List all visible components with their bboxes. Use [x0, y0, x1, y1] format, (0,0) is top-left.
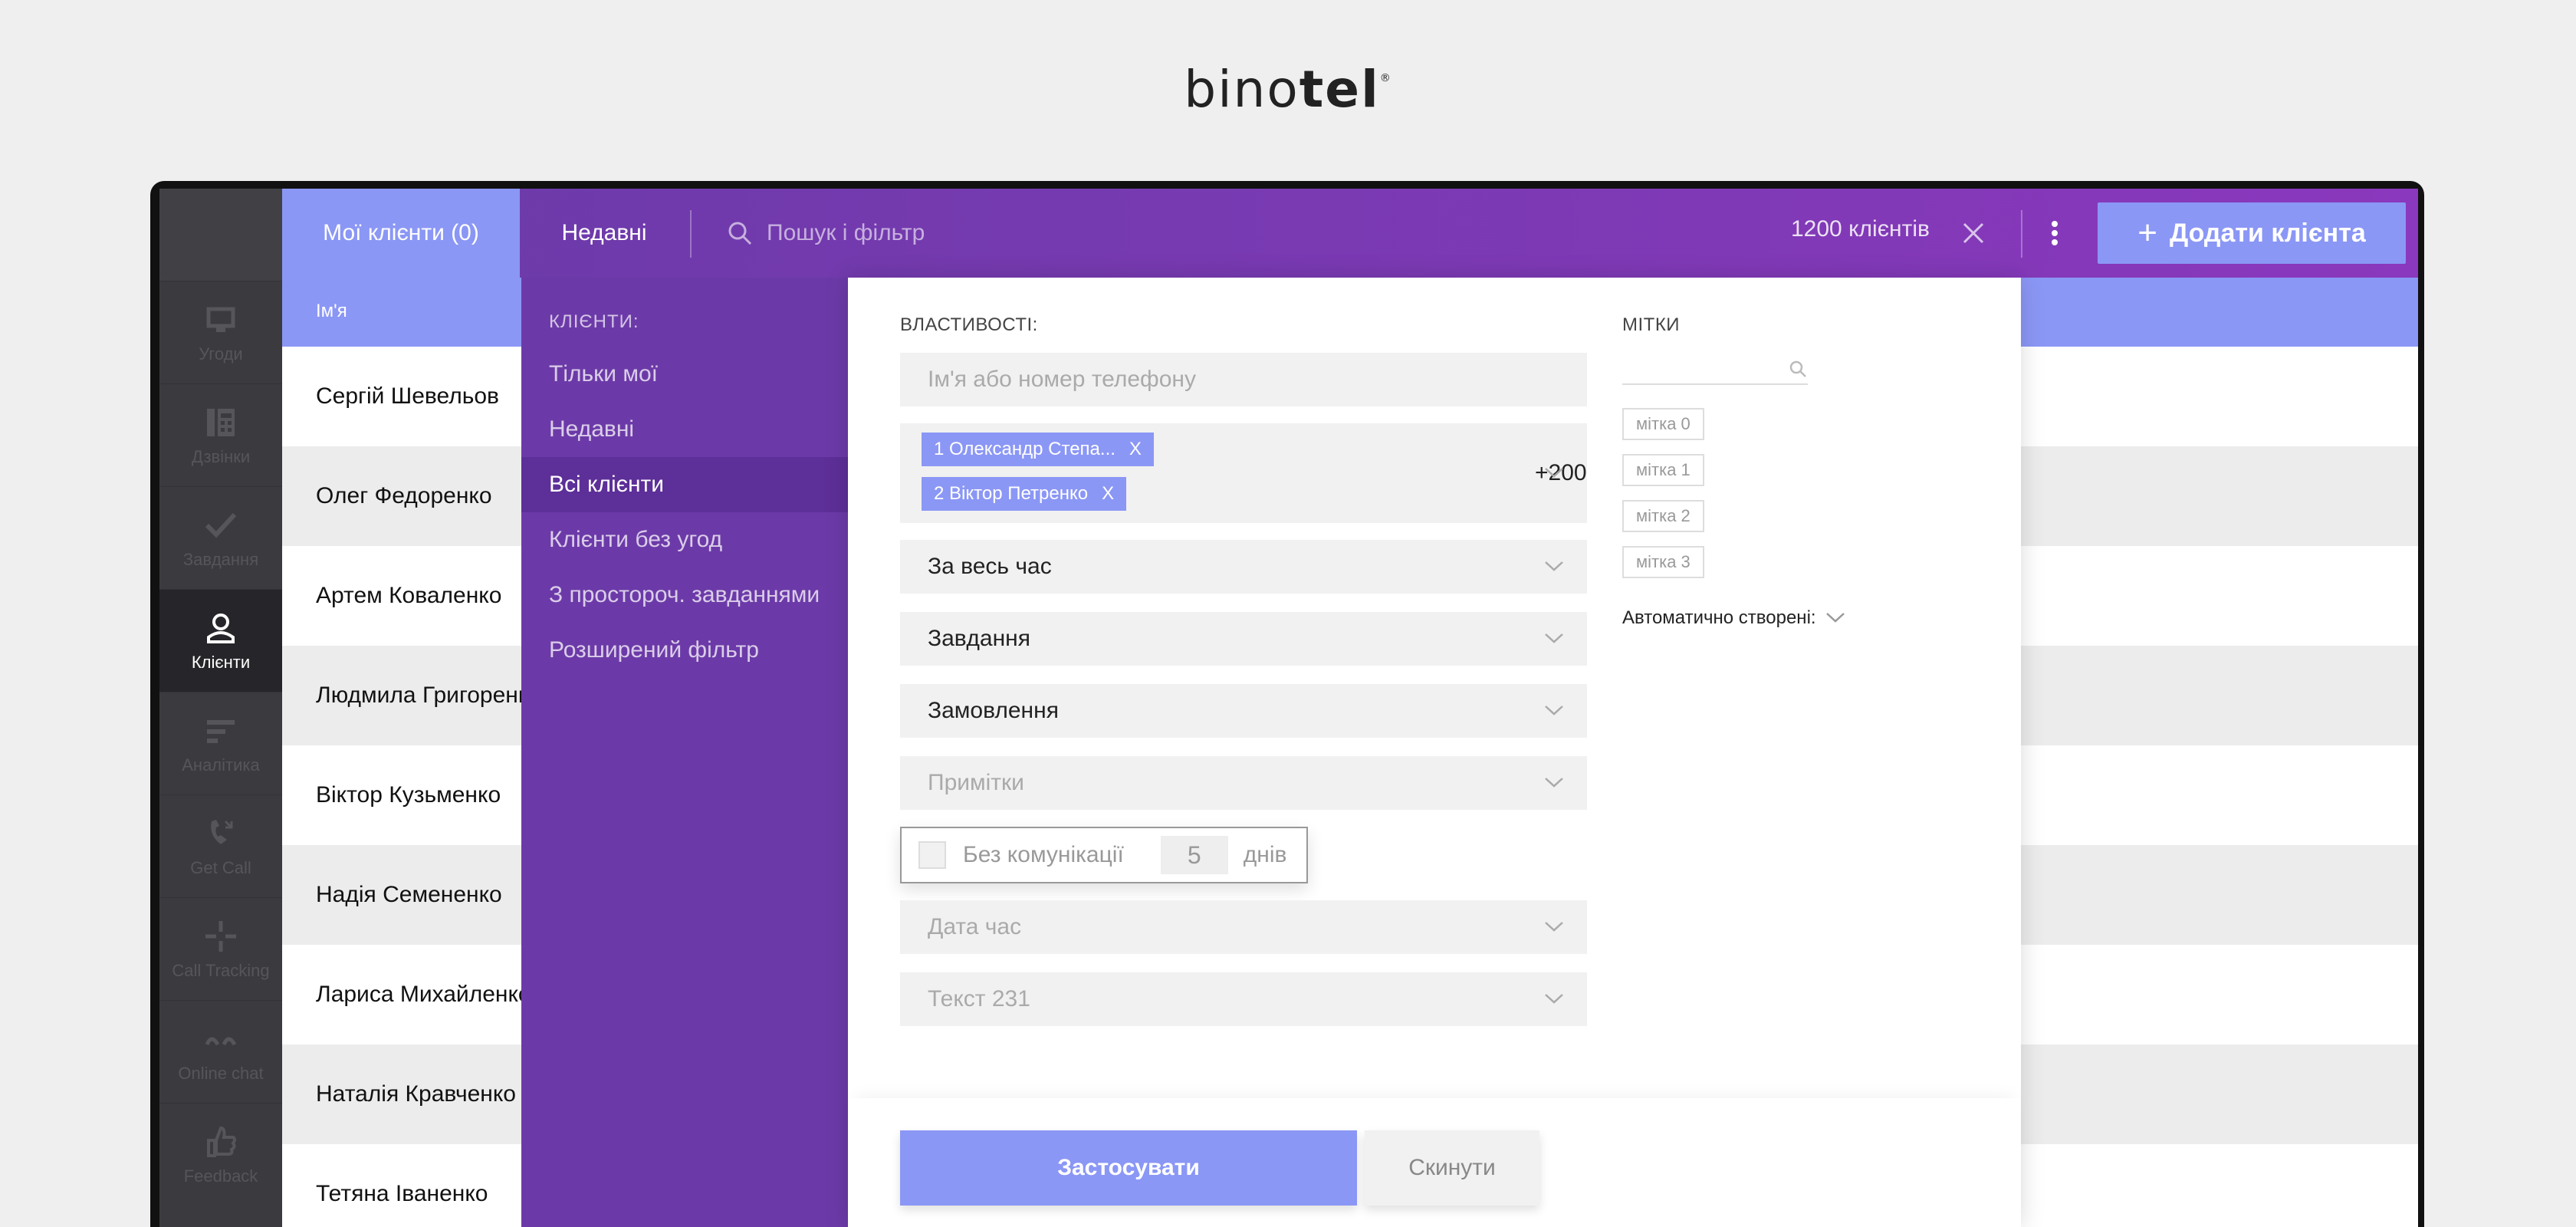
nav-item-feedback[interactable]: Feedback — [159, 1103, 282, 1206]
filter-item-all-clients[interactable]: Всі клієнти — [521, 457, 848, 512]
client-count: 1200 клієнтів — [1791, 216, 1930, 242]
column-header-name[interactable]: Ім'я — [316, 301, 347, 322]
nav-item-get-call[interactable]: Get Call — [159, 794, 282, 897]
analytics-icon — [202, 712, 239, 749]
filter-overlay: КЛІЄНТИ: Тільки мої Недавні Всі клієнти … — [521, 278, 2147, 1227]
more-vert-icon[interactable] — [2047, 215, 2062, 252]
chevron-down-icon — [1545, 778, 1563, 788]
tab-recent[interactable]: Недавні — [520, 189, 688, 278]
chevron-down-icon — [1545, 994, 1563, 1004]
nav-item-tasks[interactable]: Завдання — [159, 486, 282, 589]
filter-item-overdue-tasks[interactable]: З простороч. завданнями — [521, 567, 848, 623]
chevron-down-icon — [1545, 922, 1563, 932]
filter-sidebar-title: КЛІЄНТИ: — [549, 311, 639, 332]
notes-select[interactable]: Примітки — [900, 756, 1587, 810]
call-tracking-icon — [202, 918, 239, 955]
add-client-button[interactable]: + Додати клієнта — [2098, 202, 2406, 264]
client-chip[interactable]: 2 Віктор Петренко X — [922, 477, 1127, 511]
date-time-select[interactable]: Дата час — [900, 900, 1587, 954]
chevron-down-icon — [1545, 561, 1563, 571]
selected-clients-field[interactable]: 1 Олександр Степа... X 2 Віктор Петренко X… — [900, 423, 1587, 523]
close-icon[interactable] — [1957, 216, 1990, 250]
filter-item-only-mine[interactable]: Тільки мої — [521, 347, 848, 402]
chip-close-icon[interactable]: X — [1129, 439, 1142, 460]
filter-sidebar: КЛІЄНТИ: Тільки мої Недавні Всі клієнти … — [521, 278, 848, 1227]
chevron-down-icon — [1545, 633, 1563, 643]
plus-icon: + — [2137, 214, 2157, 252]
client-icon — [202, 610, 239, 646]
chevron-down-icon[interactable] — [1544, 467, 1564, 479]
tags-label: МІТКИ — [1622, 314, 1681, 335]
nav-item-clients[interactable]: Клієнти — [159, 589, 282, 692]
search-input[interactable]: Пошук і фільтр — [727, 216, 925, 250]
apply-button[interactable]: Застосувати — [900, 1130, 1357, 1206]
nav-item-deals[interactable]: Угоди — [159, 281, 282, 383]
search-icon — [1789, 360, 1806, 377]
divider — [2021, 210, 2022, 258]
filter-item-advanced[interactable]: Розширений фільтр — [521, 623, 848, 678]
feedback-icon — [202, 1123, 239, 1160]
filter-actions: Застосувати Скинути — [848, 1098, 2021, 1227]
filter-item-no-deals[interactable]: Клієнти без угод — [521, 512, 848, 567]
tag-chip[interactable]: мітка 3 — [1622, 546, 1704, 578]
no-communication-checkbox[interactable] — [918, 841, 946, 869]
tab-my-clients[interactable]: Мої клієнти (0) — [282, 189, 520, 278]
main-nav: Угоди Дзвінки Завдання Клієнти Аналітика… — [159, 189, 282, 1227]
divider — [690, 210, 692, 258]
auto-created-toggle[interactable]: Автоматично створені: — [1622, 607, 1845, 629]
text-select[interactable]: Текст 231 — [900, 972, 1587, 1026]
tag-chip[interactable]: мітка 2 — [1622, 500, 1704, 532]
days-input[interactable]: 5 — [1160, 836, 1228, 874]
tags-search-input[interactable] — [1622, 354, 1808, 385]
deals-icon — [202, 301, 239, 338]
binotel-logo: binotel® — [1184, 60, 1392, 119]
nav-item-call-tracking[interactable]: Call Tracking — [159, 897, 282, 1000]
nav-item-analytics[interactable]: Аналітика — [159, 692, 282, 794]
nav-item-online-chat[interactable]: Online chat — [159, 1000, 282, 1103]
get-call-icon — [202, 815, 239, 852]
name-phone-input[interactable]: Ім'я або номер телефону — [900, 353, 1587, 406]
tasks-select[interactable]: Завдання — [900, 612, 1587, 666]
filter-panel: ВЛАСТИВОСТІ: Ім'я або номер телефону 1 О… — [848, 278, 2021, 1227]
period-select[interactable]: За весь час — [900, 540, 1587, 594]
chat-icon — [202, 1021, 239, 1058]
no-communication-filter: Без комунікації 5 днів — [900, 827, 1308, 883]
orders-select[interactable]: Замовлення — [900, 684, 1587, 738]
chip-close-icon[interactable]: X — [1102, 483, 1114, 505]
properties-label: ВЛАСТИВОСТІ: — [900, 314, 1038, 335]
chevron-down-icon — [1825, 613, 1845, 623]
check-icon — [202, 507, 239, 544]
filter-item-recent[interactable]: Недавні — [521, 402, 848, 457]
phone-icon — [202, 404, 239, 441]
client-chip[interactable]: 1 Олександр Степа... X — [922, 433, 1154, 466]
app-screen: Угоди Дзвінки Завдання Клієнти Аналітика… — [159, 189, 2418, 1227]
tag-chip[interactable]: мітка 0 — [1622, 408, 1704, 440]
reset-button[interactable]: Скинути — [1365, 1130, 1539, 1206]
chevron-down-icon — [1545, 706, 1563, 715]
tag-chip[interactable]: мітка 1 — [1622, 454, 1704, 486]
nav-item-calls[interactable]: Дзвінки — [159, 383, 282, 486]
search-icon — [728, 222, 752, 245]
